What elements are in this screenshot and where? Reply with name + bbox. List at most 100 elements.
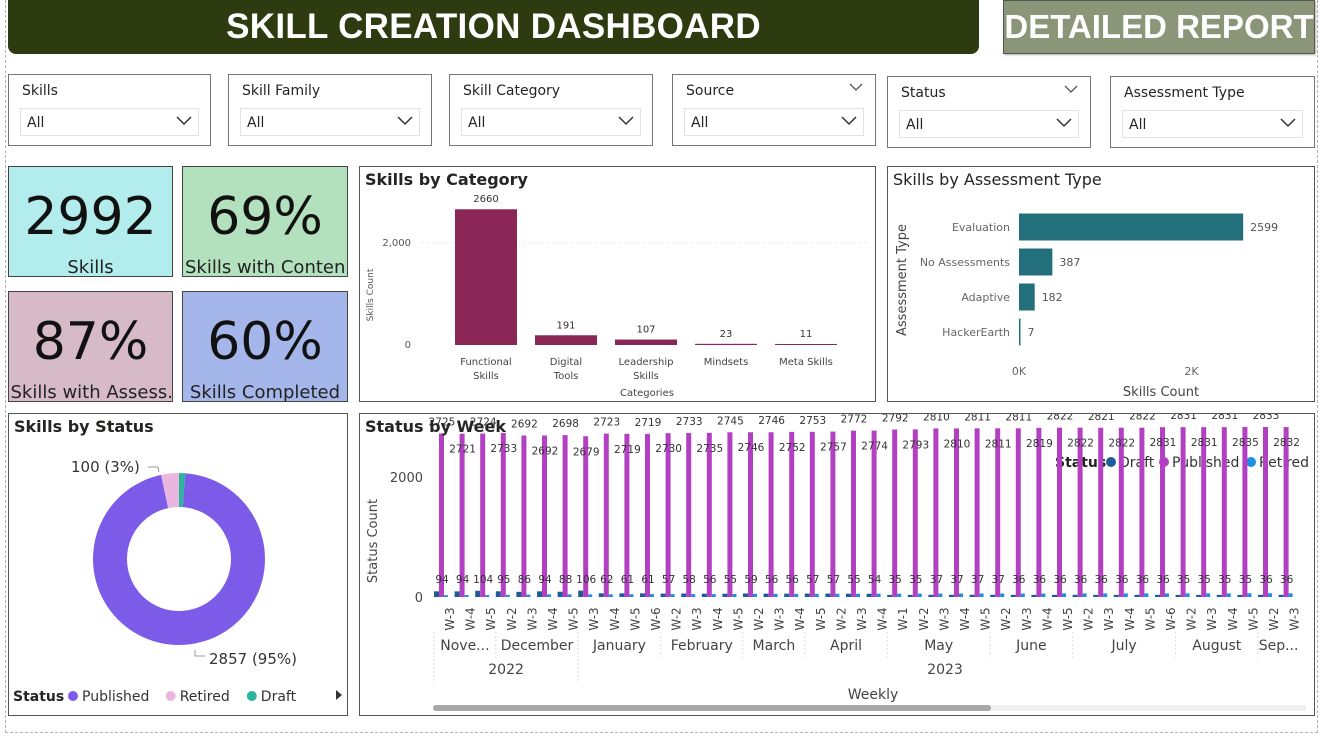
retired-bar[interactable] xyxy=(938,593,943,597)
draft-bar[interactable] xyxy=(454,591,460,597)
published-bar[interactable] xyxy=(974,428,980,597)
draft-bar[interactable] xyxy=(701,593,707,597)
published-bar[interactable] xyxy=(1015,428,1021,597)
published-bar[interactable] xyxy=(1160,427,1165,597)
published-bar[interactable] xyxy=(954,428,959,597)
retired-bar[interactable] xyxy=(794,593,799,597)
draft-bar[interactable] xyxy=(434,591,439,597)
retired-bar[interactable] xyxy=(1041,593,1046,597)
published-bar[interactable] xyxy=(1077,427,1083,597)
retired-bar[interactable] xyxy=(505,594,510,597)
horizontal-scrollbar-thumb[interactable] xyxy=(433,705,991,711)
retired-bar[interactable] xyxy=(835,593,840,597)
draft-bar[interactable] xyxy=(1216,594,1222,597)
draft-bar[interactable] xyxy=(1010,594,1016,597)
draft-bar[interactable] xyxy=(846,593,851,597)
published-bar[interactable] xyxy=(851,430,856,597)
draft-bar[interactable] xyxy=(1093,594,1099,597)
published-bar[interactable] xyxy=(768,432,774,597)
legend-label[interactable]: Draft xyxy=(261,689,297,705)
legend-label[interactable]: Retired xyxy=(180,689,230,705)
assessment-bar[interactable] xyxy=(1019,213,1244,241)
draft-bar[interactable] xyxy=(969,594,975,597)
draft-bar[interactable] xyxy=(1258,594,1263,597)
category-bar[interactable] xyxy=(695,343,757,345)
retired-bar[interactable] xyxy=(1000,593,1005,597)
published-bar[interactable] xyxy=(748,432,753,597)
retired-bar[interactable] xyxy=(464,595,469,597)
retired-bar[interactable] xyxy=(711,594,716,597)
draft-bar[interactable] xyxy=(928,594,934,597)
retired-bar[interactable] xyxy=(1103,593,1108,597)
published-bar[interactable] xyxy=(603,433,609,597)
published-bar[interactable] xyxy=(1221,427,1227,597)
published-bar[interactable] xyxy=(1180,427,1186,597)
draft-bar[interactable] xyxy=(640,593,645,597)
draft-bar[interactable] xyxy=(495,591,501,597)
draft-bar[interactable] xyxy=(1175,594,1181,597)
skill-category-dropdown[interactable]: All xyxy=(461,108,641,136)
published-bar[interactable] xyxy=(1098,427,1104,597)
draft-bar[interactable] xyxy=(1031,594,1037,597)
retired-bar[interactable] xyxy=(979,593,984,597)
draft-bar[interactable] xyxy=(1155,594,1160,597)
published-bar[interactable] xyxy=(1242,426,1248,597)
retired-bar[interactable] xyxy=(1144,593,1149,597)
category-bar[interactable] xyxy=(535,335,597,345)
retired-bar[interactable] xyxy=(1268,593,1272,597)
published-bar[interactable] xyxy=(727,432,733,597)
retired-bar[interactable] xyxy=(670,594,675,597)
draft-bar[interactable] xyxy=(763,593,769,597)
published-bar[interactable] xyxy=(871,430,877,597)
assessment-bar[interactable] xyxy=(1019,248,1053,276)
published-bar[interactable] xyxy=(686,433,692,597)
retired-bar[interactable] xyxy=(691,594,696,597)
published-bar[interactable] xyxy=(1263,427,1268,597)
legend-label[interactable]: Draft xyxy=(1119,455,1155,471)
retired-bar[interactable] xyxy=(1247,593,1252,597)
source-dropdown[interactable]: All xyxy=(684,108,864,136)
draft-bar[interactable] xyxy=(907,594,913,597)
draft-bar[interactable] xyxy=(660,593,666,597)
chevron-down-icon[interactable] xyxy=(849,83,863,92)
draft-bar[interactable] xyxy=(722,593,728,597)
published-bar[interactable] xyxy=(624,433,630,597)
chevron-down-icon[interactable] xyxy=(1064,85,1078,94)
retired-bar[interactable] xyxy=(753,593,757,597)
published-bar[interactable] xyxy=(809,431,815,597)
published-bar[interactable] xyxy=(995,428,1001,597)
category-bar[interactable] xyxy=(615,339,677,345)
draft-bar[interactable] xyxy=(537,591,542,597)
status-dropdown[interactable]: All xyxy=(899,110,1079,138)
retired-bar[interactable] xyxy=(1082,593,1087,597)
published-bar[interactable] xyxy=(912,429,918,597)
category-bar[interactable] xyxy=(455,209,517,345)
retired-bar[interactable] xyxy=(1226,593,1231,597)
retired-bar[interactable] xyxy=(567,594,572,597)
draft-bar[interactable] xyxy=(1196,594,1202,597)
draft-bar[interactable] xyxy=(516,591,522,597)
detailed-report-button[interactable]: DETAILED REPORT xyxy=(1003,0,1315,54)
published-bar[interactable] xyxy=(500,433,506,597)
draft-bar[interactable] xyxy=(784,593,790,597)
retired-bar[interactable] xyxy=(732,594,737,597)
retired-bar[interactable] xyxy=(1123,593,1128,597)
published-bar[interactable] xyxy=(439,433,444,598)
published-bar[interactable] xyxy=(892,429,898,597)
draft-bar[interactable] xyxy=(557,591,563,597)
draft-bar[interactable] xyxy=(1237,594,1243,597)
published-bar[interactable] xyxy=(1057,427,1062,597)
retired-bar[interactable] xyxy=(773,593,778,597)
retired-bar[interactable] xyxy=(1062,593,1066,597)
published-bar[interactable] xyxy=(1118,427,1124,597)
retired-bar[interactable] xyxy=(897,593,902,597)
draft-bar[interactable] xyxy=(1278,594,1284,597)
published-bar[interactable] xyxy=(583,436,589,597)
retired-bar[interactable] xyxy=(917,593,922,597)
draft-bar[interactable] xyxy=(949,594,954,597)
published-bar[interactable] xyxy=(706,432,712,597)
published-bar[interactable] xyxy=(480,433,486,597)
assessment-bar[interactable] xyxy=(1019,318,1021,346)
draft-bar[interactable] xyxy=(1072,594,1078,597)
published-bar[interactable] xyxy=(933,428,939,597)
